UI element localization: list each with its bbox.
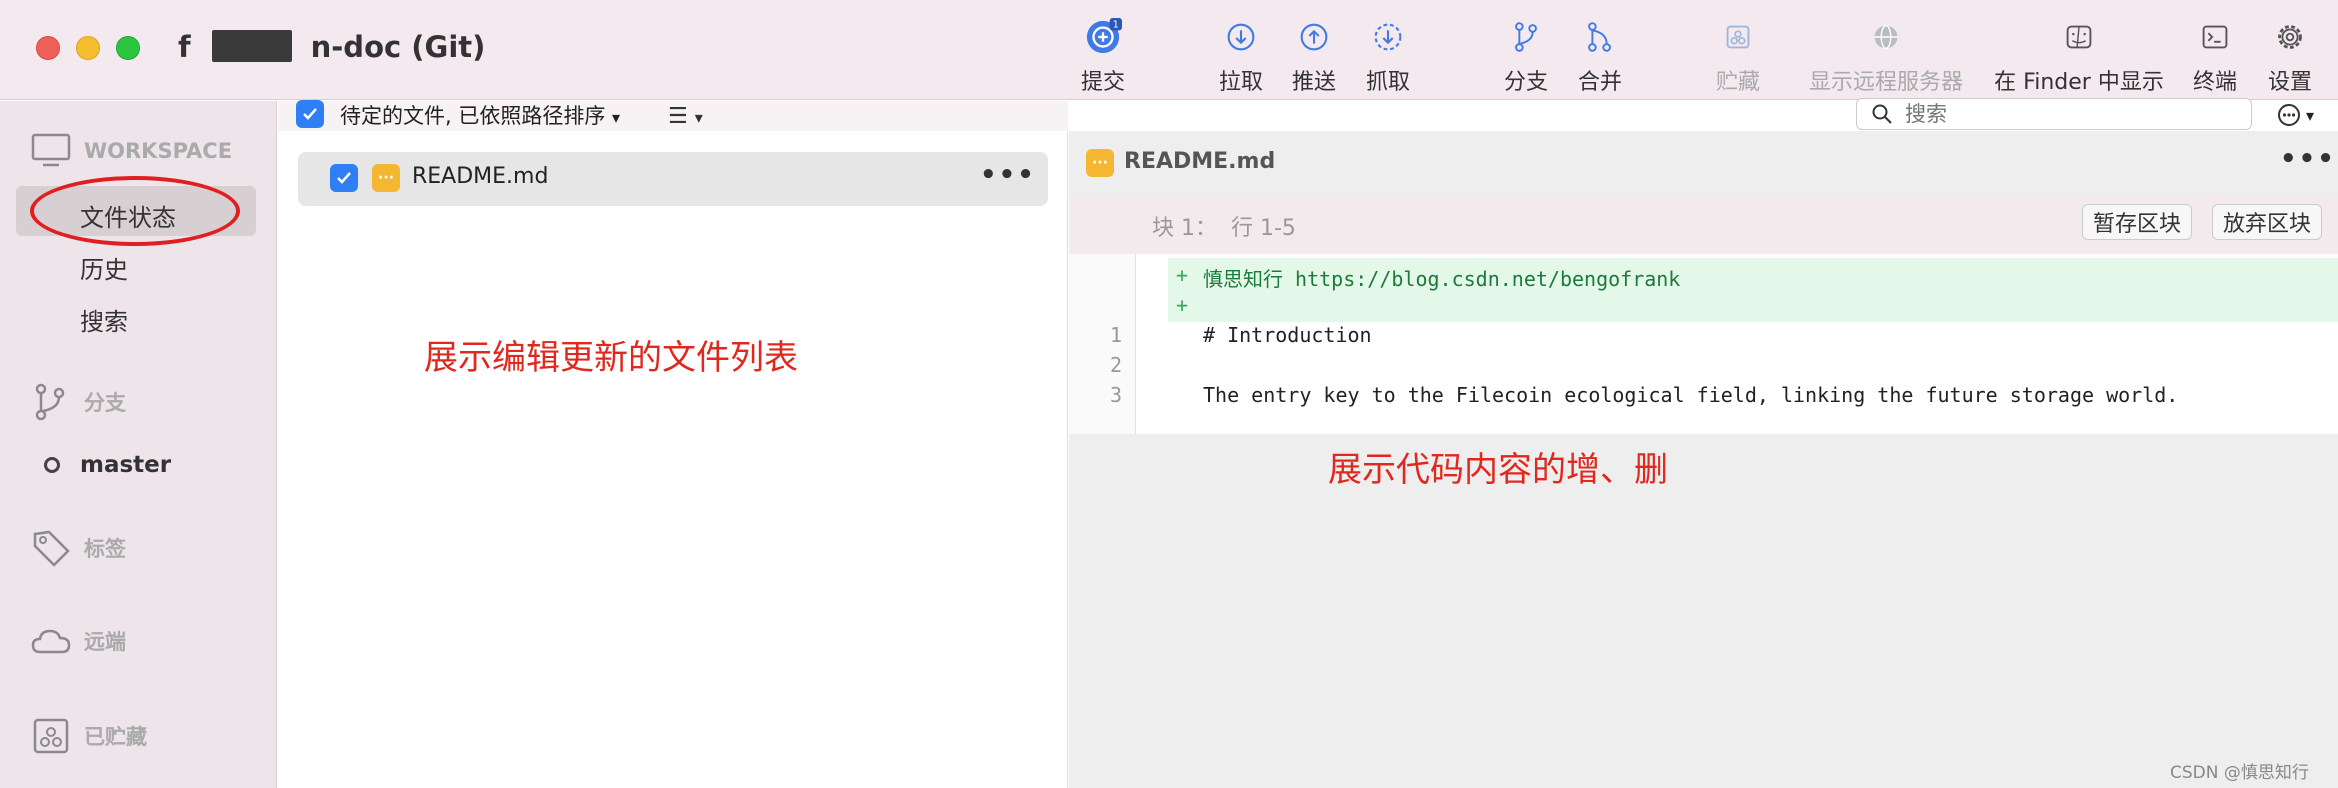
checkmark-icon bbox=[303, 108, 317, 120]
annotation-oval bbox=[30, 176, 240, 246]
search-field[interactable] bbox=[1856, 98, 2252, 130]
show-remote-label: 显示远程服务器 bbox=[1809, 70, 1964, 95]
fetch-icon bbox=[1374, 23, 1402, 51]
diff-line-context: # Introduction bbox=[1203, 323, 1372, 347]
sidebar-workspace-header: WORKSPACE bbox=[30, 130, 232, 172]
sidebar-item-search[interactable]: 搜索 bbox=[80, 302, 128, 337]
added-line-marker: + bbox=[1176, 293, 1189, 317]
checkmark-icon bbox=[337, 172, 351, 184]
terminal-label: 终端 bbox=[2192, 70, 2237, 95]
minimize-window-button[interactable] bbox=[76, 36, 100, 60]
file-row[interactable] bbox=[298, 152, 1048, 206]
commit-label: 提交 bbox=[1080, 70, 1125, 95]
annotation-diff-note: 展示代码内容的增、删 bbox=[1328, 450, 1668, 490]
svg-text:1: 1 bbox=[1113, 20, 1119, 31]
line-number: 1 bbox=[1109, 323, 1122, 347]
current-branch-icon bbox=[44, 457, 60, 473]
annotation-file-list-note: 展示编辑更新的文件列表 bbox=[424, 338, 798, 378]
fetch-button[interactable]: 抓取 bbox=[1333, 18, 1443, 96]
sidebar-item-history[interactable]: 历史 bbox=[80, 250, 128, 285]
zoom-window-button[interactable] bbox=[116, 36, 140, 60]
discard-hunk-button[interactable]: 放弃区块 bbox=[2212, 204, 2323, 240]
stage-hunk-button[interactable]: 暂存区块 bbox=[2082, 204, 2193, 240]
ellipsis-circle-icon bbox=[2278, 104, 2300, 126]
merge-icon bbox=[1588, 22, 1611, 52]
branch-label: 分支 bbox=[1503, 70, 1548, 95]
sidebar-tags-header[interactable]: 标签 bbox=[30, 527, 126, 569]
show-in-finder-button[interactable]: 在 Finder 中显示 bbox=[1989, 18, 2169, 96]
monitor-icon bbox=[30, 130, 72, 172]
added-line-marker: + bbox=[1176, 263, 1189, 287]
terminal-icon bbox=[2202, 25, 2228, 49]
settings-label: 设置 bbox=[2267, 70, 2312, 95]
chevron-down-icon: ▾ bbox=[612, 108, 621, 127]
file-list-pane bbox=[278, 131, 1068, 788]
chevron-down-icon: ▾ bbox=[694, 108, 703, 127]
merge-button[interactable]: 合并 bbox=[1545, 18, 1655, 96]
select-all-checkbox[interactable] bbox=[296, 100, 324, 128]
modified-status-icon: ··· bbox=[1086, 149, 1114, 177]
file-sort-dropdown[interactable]: 待定的文件, 已依照路径排序 ▾ bbox=[340, 100, 620, 130]
file-options-button[interactable]: ••• bbox=[980, 160, 1036, 190]
commit-button[interactable]: 1 提交 bbox=[1048, 18, 1158, 96]
line-number: 2 bbox=[1109, 353, 1122, 377]
show-remote-button[interactable]: 显示远程服务器 bbox=[1809, 18, 1963, 96]
stash-icon bbox=[1726, 25, 1750, 49]
push-icon bbox=[1300, 23, 1328, 51]
hunk-label: 块 1： 行 1-5 bbox=[1152, 216, 1296, 241]
stash-icon bbox=[30, 715, 72, 757]
fetch-label: 抓取 bbox=[1365, 70, 1410, 95]
sidebar-stashes-header[interactable]: 已贮藏 bbox=[30, 715, 147, 757]
sidebar-branches-header[interactable]: 分支 bbox=[30, 381, 126, 423]
globe-icon bbox=[1874, 24, 1898, 50]
finder-icon bbox=[2066, 25, 2092, 49]
pull-icon bbox=[1227, 23, 1255, 51]
commit-icon: 1 bbox=[1086, 18, 1122, 54]
gear-icon bbox=[2278, 25, 2302, 49]
file-name: README.md bbox=[412, 164, 549, 189]
close-window-button[interactable] bbox=[36, 36, 60, 60]
modified-status-icon: ··· bbox=[372, 164, 400, 192]
watermark: CSDN @慎思知行 bbox=[2170, 763, 2309, 783]
diff-line-context: The entry key to the Filecoin ecological… bbox=[1203, 383, 2179, 407]
tag-icon bbox=[30, 527, 72, 569]
diff-options-button[interactable]: ••• bbox=[2280, 144, 2336, 174]
sidebar-remotes-header[interactable]: 远端 bbox=[30, 620, 126, 662]
diff-line-added: 慎思知行 https://blog.csdn.net/bengofrank bbox=[1203, 267, 1681, 291]
file-stage-checkbox[interactable] bbox=[330, 164, 358, 192]
stash-label: 贮藏 bbox=[1715, 70, 1760, 95]
diff-file-name: README.md bbox=[1124, 149, 1276, 174]
push-label: 推送 bbox=[1291, 70, 1336, 95]
line-number: 3 bbox=[1109, 383, 1122, 407]
hunk-gutter bbox=[1069, 196, 1136, 254]
cloud-icon bbox=[30, 620, 72, 662]
branch-icon bbox=[1515, 22, 1537, 52]
sidebar-branch-master[interactable]: master bbox=[44, 452, 171, 478]
merge-label: 合并 bbox=[1577, 70, 1622, 95]
view-mode-dropdown[interactable]: ☰ ▾ bbox=[668, 104, 703, 129]
redaction-block bbox=[212, 30, 292, 62]
search-icon bbox=[1871, 103, 1893, 129]
chevron-down-icon: ▾ bbox=[2306, 105, 2315, 125]
more-options-dropdown[interactable]: ▾ bbox=[2276, 102, 2314, 128]
pull-label: 拉取 bbox=[1218, 70, 1263, 95]
branch-icon bbox=[30, 381, 72, 423]
stash-button[interactable]: 贮藏 bbox=[1683, 18, 1793, 96]
show-in-finder-label: 在 Finder 中显示 bbox=[1994, 70, 2164, 95]
list-icon: ☰ bbox=[668, 104, 688, 129]
search-input[interactable] bbox=[1905, 101, 2235, 127]
settings-button[interactable]: 设置 bbox=[2235, 18, 2338, 96]
